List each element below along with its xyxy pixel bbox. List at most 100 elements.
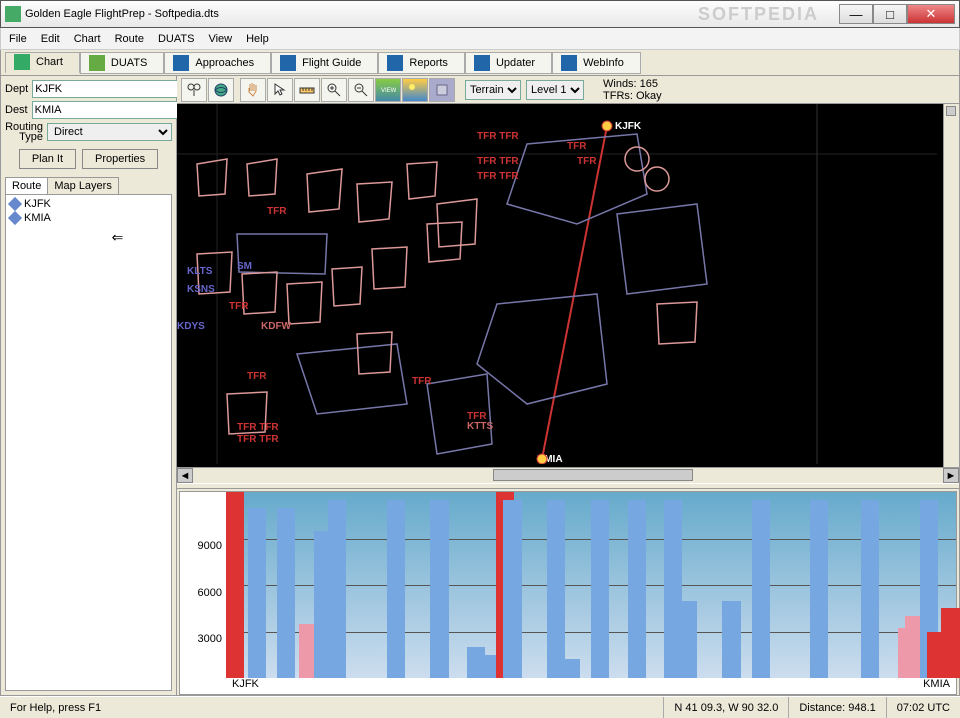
svg-text:TFR TFR: TFR TFR: [477, 156, 519, 167]
subtab-map-layers[interactable]: Map Layers: [47, 177, 118, 194]
zoom-in-icon[interactable]: [321, 78, 347, 102]
svg-text:KDYS: KDYS: [177, 321, 205, 332]
zoom-out-icon[interactable]: [348, 78, 374, 102]
chart-icon: [14, 54, 30, 70]
duats-icon: [89, 55, 105, 71]
tab-toolbar: Chart DUATS Approaches Flight Guide Repo…: [0, 50, 960, 76]
ruler-icon[interactable]: [294, 78, 320, 102]
menu-chart[interactable]: Chart: [74, 33, 101, 45]
tab-approaches[interactable]: Approaches: [164, 52, 271, 74]
profile-bar: [503, 500, 521, 678]
svg-text:KLTS: KLTS: [187, 266, 213, 277]
close-button[interactable]: ✕: [907, 4, 955, 24]
menu-file[interactable]: File: [9, 33, 27, 45]
tab-flight-guide[interactable]: Flight Guide: [271, 52, 378, 74]
map-canvas[interactable]: KJFK KMIA KDFW KLTS KSNS KDYS KTTS SM TF…: [177, 104, 943, 467]
waypoint-icon: [8, 211, 22, 225]
profile-bar: [679, 601, 697, 679]
search-icon[interactable]: [181, 78, 207, 102]
profile-bar: [430, 500, 448, 678]
tab-chart[interactable]: Chart: [5, 52, 80, 74]
menu-help[interactable]: Help: [246, 33, 269, 45]
terrain-select[interactable]: Terrain: [465, 80, 521, 100]
profile-to: KMIA: [923, 678, 950, 694]
route-list: KJFK KMIA ⇐: [5, 195, 172, 691]
tfrs-value: TFRs: Okay: [603, 90, 662, 102]
route-item-label: KJFK: [24, 198, 51, 210]
tab-chart-label: Chart: [36, 56, 63, 68]
approaches-icon: [173, 55, 189, 71]
dest-label: Dest: [5, 104, 28, 116]
tab-updater[interactable]: Updater: [465, 52, 552, 74]
map-hscrollbar[interactable]: ◄ ►: [177, 467, 959, 483]
profile-bar: [226, 492, 244, 678]
layers-icon[interactable]: [429, 78, 455, 102]
plan-it-button[interactable]: Plan It: [19, 149, 76, 169]
routing-label: Routing Type: [5, 122, 43, 142]
pointer-icon[interactable]: [267, 78, 293, 102]
tab-reports[interactable]: Reports: [378, 52, 465, 74]
status-utc: 07:02 UTC: [887, 697, 960, 718]
dept-input[interactable]: [32, 80, 180, 98]
menu-edit[interactable]: Edit: [41, 33, 60, 45]
scroll-left-icon[interactable]: ◄: [177, 468, 193, 483]
app-icon: [5, 6, 21, 22]
globe-icon[interactable]: [208, 78, 234, 102]
ytick: 3000: [198, 633, 222, 645]
tab-reports-label: Reports: [409, 57, 448, 69]
properties-button[interactable]: Properties: [82, 149, 158, 169]
profile-bar: [248, 508, 266, 679]
profile-from: KJFK: [232, 678, 259, 694]
profile-bar: [941, 608, 959, 678]
svg-text:TFR TFR: TFR TFR: [477, 171, 519, 182]
status-coords: N 41 09.3, W 90 32.0: [664, 697, 789, 718]
level-select[interactable]: Level 1: [526, 80, 584, 100]
chart-info: Winds: 165 TFRs: Okay: [595, 78, 670, 102]
status-help: For Help, press F1: [0, 697, 664, 718]
arrow-left-icon: ⇐: [8, 225, 169, 246]
maximize-button[interactable]: □: [873, 4, 907, 24]
profile-bar: [277, 508, 295, 679]
profile-bar: [628, 500, 646, 678]
list-item[interactable]: KMIA: [8, 211, 169, 225]
scroll-right-icon[interactable]: ►: [943, 468, 959, 483]
route-item-label: KMIA: [24, 212, 51, 224]
routing-select[interactable]: Direct: [47, 123, 172, 141]
svg-text:TFR: TFR: [567, 141, 587, 152]
menu-route[interactable]: Route: [115, 33, 144, 45]
menubar: File Edit Chart Route DUATS View Help: [0, 28, 960, 50]
map-vscrollbar[interactable]: [943, 104, 959, 467]
tab-webinfo-label: WebInfo: [583, 57, 624, 69]
chart-toolbar: VIEW Terrain Level 1 Winds: 165 TFRs: Ok…: [177, 76, 959, 104]
tab-webinfo[interactable]: WebInfo: [552, 52, 641, 74]
list-item[interactable]: KJFK: [8, 197, 169, 211]
dest-input[interactable]: [32, 101, 180, 119]
splitter[interactable]: [177, 483, 959, 489]
view-icon[interactable]: VIEW: [375, 78, 401, 102]
status-distance: Distance: 948.1: [789, 697, 886, 718]
svg-text:VIEW: VIEW: [381, 88, 396, 94]
minimize-button[interactable]: —: [839, 4, 873, 24]
svg-text:KJFK: KJFK: [615, 121, 642, 132]
reports-icon: [387, 55, 403, 71]
ytick: 9000: [198, 540, 222, 552]
profile-bar: [562, 659, 580, 678]
profile-bar: [752, 500, 770, 678]
tab-duats[interactable]: DUATS: [80, 52, 164, 74]
svg-text:KSNS: KSNS: [187, 284, 215, 295]
tab-duats-label: DUATS: [111, 57, 147, 69]
svg-text:TFR TFR: TFR TFR: [237, 422, 279, 433]
profile-yaxis: 9000 6000 3000: [180, 492, 226, 678]
subtab-route[interactable]: Route: [5, 177, 48, 194]
menu-duats[interactable]: DUATS: [158, 33, 194, 45]
menu-view[interactable]: View: [208, 33, 232, 45]
svg-text:TFR: TFR: [467, 411, 487, 422]
left-panel: Dept Dest Routing TypeDirect Plan It Pro…: [1, 76, 177, 695]
ytick: 6000: [198, 587, 222, 599]
weather-icon[interactable]: [402, 78, 428, 102]
statusbar: For Help, press F1 N 41 09.3, W 90 32.0 …: [0, 696, 960, 718]
svg-text:TFR: TFR: [412, 376, 432, 387]
pan-icon[interactable]: [240, 78, 266, 102]
svg-text:TFR TFR: TFR TFR: [477, 131, 519, 142]
webinfo-icon: [561, 55, 577, 71]
